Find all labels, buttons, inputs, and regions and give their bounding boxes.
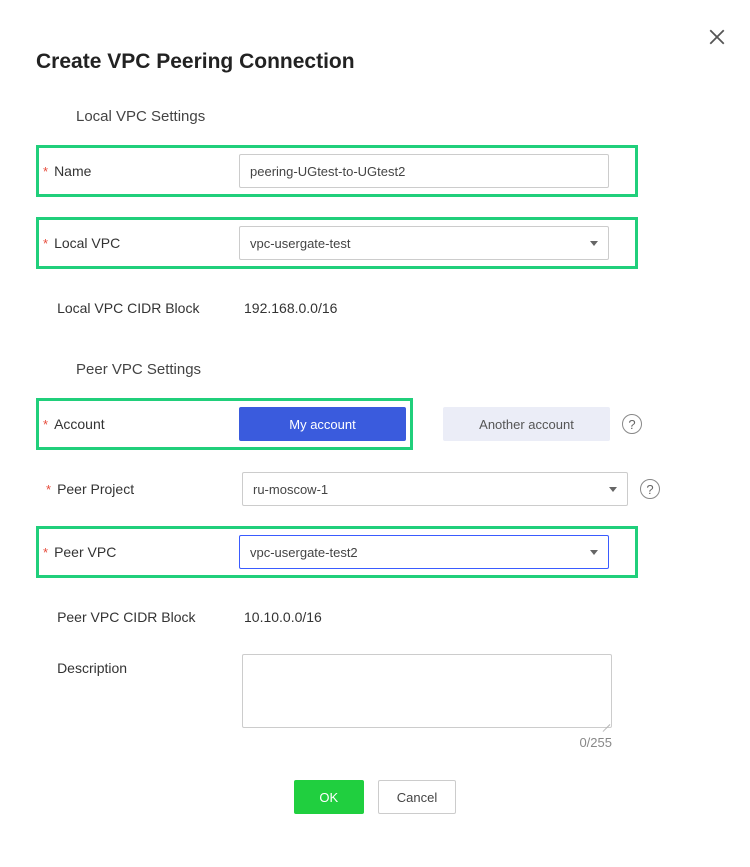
- cancel-button[interactable]: Cancel: [378, 780, 456, 814]
- peer-cidr-value: 10.10.0.0/16: [242, 609, 322, 625]
- description-label: *Description: [46, 654, 242, 676]
- chevron-down-icon: [609, 487, 617, 492]
- peer-vpc-select[interactable]: vpc-usergate-test2: [239, 535, 609, 569]
- local-cidr-value: 192.168.0.0/16: [242, 300, 337, 316]
- name-label: *Name: [43, 163, 239, 179]
- peer-project-row: *Peer Project ru-moscow-1: [6, 470, 628, 508]
- local-cidr-row: *Local VPC CIDR Block 192.168.0.0/16: [6, 289, 750, 327]
- local-cidr-label: *Local VPC CIDR Block: [46, 300, 242, 316]
- peer-cidr-row: *Peer VPC CIDR Block 10.10.0.0/16: [6, 598, 750, 636]
- help-icon[interactable]: ?: [640, 479, 660, 499]
- account-label: *Account: [43, 416, 239, 432]
- page-title: Create VPC Peering Connection: [0, 0, 750, 74]
- close-icon[interactable]: [708, 28, 726, 46]
- peer-section-title: Peer VPC Settings: [76, 361, 750, 378]
- peer-project-select[interactable]: ru-moscow-1: [242, 472, 628, 506]
- description-char-count: 0/255: [242, 735, 612, 750]
- help-icon[interactable]: ?: [622, 414, 642, 434]
- peer-project-label: *Peer Project: [46, 481, 242, 497]
- chevron-down-icon: [590, 241, 598, 246]
- account-toggle-mine[interactable]: My account: [239, 407, 406, 441]
- name-input[interactable]: [239, 154, 609, 188]
- footer: OK Cancel: [0, 780, 750, 814]
- peer-vpc-row: *Peer VPC vpc-usergate-test2: [36, 526, 638, 578]
- local-vpc-label: *Local VPC: [43, 235, 239, 251]
- chevron-down-icon: [590, 550, 598, 555]
- description-textarea[interactable]: [242, 654, 612, 728]
- peer-cidr-label: *Peer VPC CIDR Block: [46, 609, 242, 625]
- name-row: *Name: [36, 145, 638, 197]
- local-section-title: Local VPC Settings: [76, 108, 750, 125]
- local-vpc-select[interactable]: vpc-usergate-test: [239, 226, 609, 260]
- local-vpc-row: *Local VPC vpc-usergate-test: [36, 217, 638, 269]
- description-row: *Description 0/255: [6, 654, 750, 750]
- ok-button[interactable]: OK: [294, 780, 364, 814]
- account-toggle-other[interactable]: Another account: [443, 407, 610, 441]
- account-row: *Account My account Another account ?: [0, 398, 750, 450]
- peer-vpc-label: *Peer VPC: [43, 544, 239, 560]
